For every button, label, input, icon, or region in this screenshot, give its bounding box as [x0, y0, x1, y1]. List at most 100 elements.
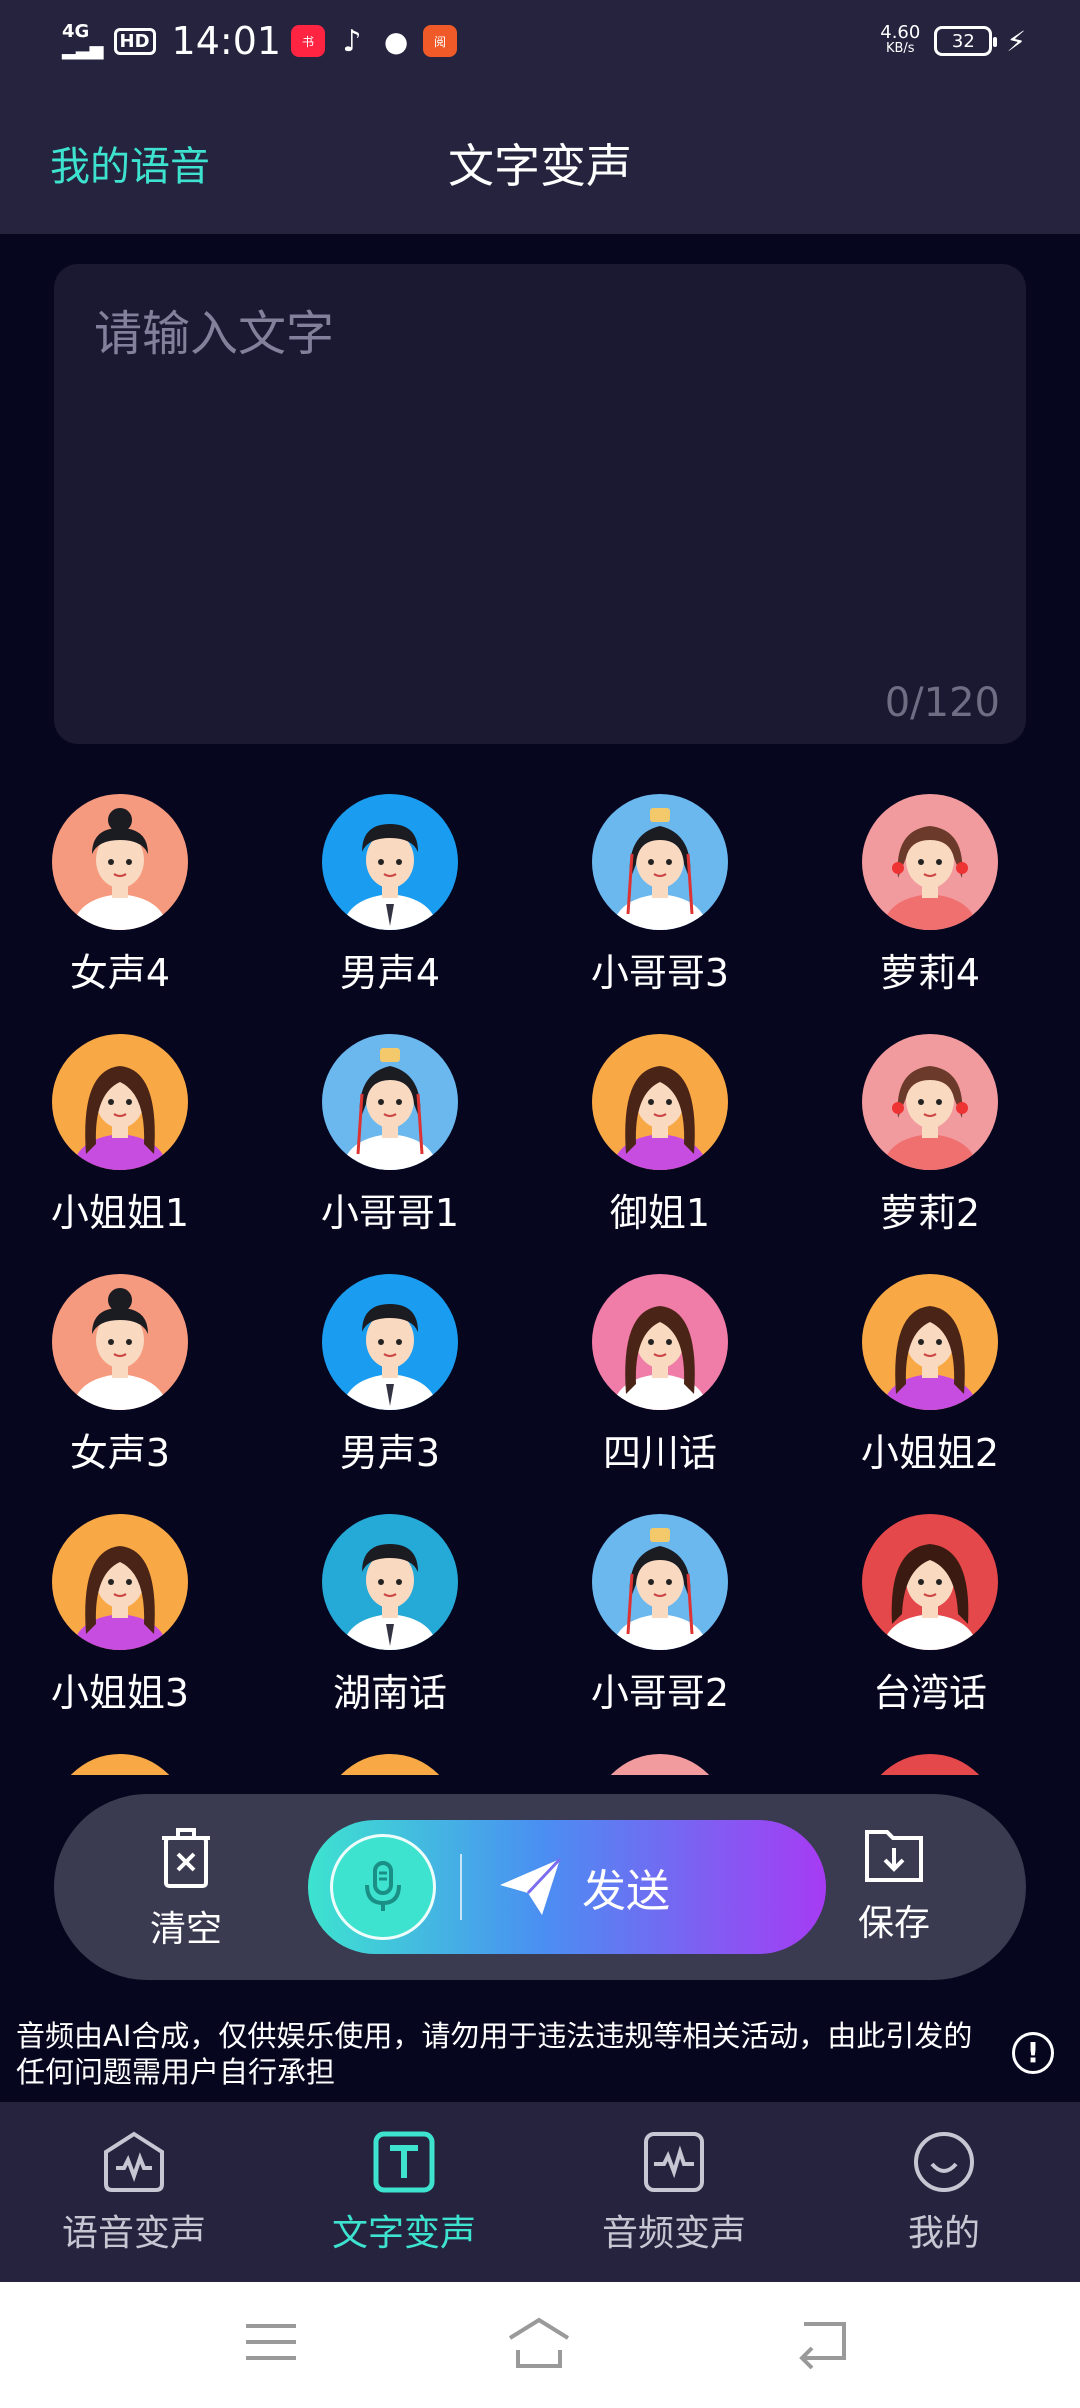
voice-option[interactable]: 小哥哥2: [550, 1514, 770, 1734]
char-counter: 0/120: [884, 680, 1000, 726]
message-icon: ●: [383, 24, 409, 58]
audio-change-icon: [644, 2132, 704, 2192]
send-button[interactable]: 发送: [498, 1820, 670, 1954]
voice-option[interactable]: [280, 1754, 500, 1775]
pill-divider: [460, 1854, 462, 1920]
save-label: 保存: [857, 1903, 930, 1944]
voice-label: 男声4: [339, 951, 441, 995]
nav-label: 文字变声: [331, 2213, 476, 2254]
xiaohongshu-icon: 书: [291, 25, 326, 57]
battery-icon: 32: [934, 26, 998, 56]
save-button[interactable]: 保存: [834, 1824, 954, 1946]
send-label: 发送: [582, 1866, 670, 1917]
yuewen-icon: 阅: [423, 25, 458, 57]
nav-label: 我的: [907, 2213, 980, 2254]
text-input[interactable]: [94, 294, 984, 654]
nav-profile[interactable]: 我的: [844, 2130, 1044, 2256]
voice-avatar: [52, 1754, 188, 1775]
voice-option[interactable]: 女声3: [10, 1274, 230, 1494]
voice-avatar: [322, 1514, 458, 1650]
voice-avatar: [322, 1034, 458, 1170]
menu-icon[interactable]: [236, 2312, 306, 2372]
signal-icon: 4G ▂▃▅: [62, 21, 104, 60]
clear-label: 清空: [149, 1909, 222, 1950]
nav-label: 语音变声: [61, 2213, 206, 2254]
system-nav-bar: [0, 2282, 1080, 2408]
voice-avatar: [52, 1514, 188, 1650]
voice-option[interactable]: 小姐姐3: [10, 1514, 230, 1734]
save-download-icon: [865, 1830, 923, 1882]
voice-avatar: [52, 794, 188, 930]
voice-avatar: [322, 1274, 458, 1410]
voice-avatar: [592, 1754, 728, 1775]
voice-avatar: [592, 794, 728, 930]
voice-option[interactable]: 女声4: [10, 794, 230, 1014]
voice-option[interactable]: 台湾话: [820, 1514, 1040, 1734]
voice-option[interactable]: 小姐姐2: [820, 1274, 1040, 1494]
text-change-icon: [373, 2131, 435, 2193]
profile-icon: [914, 2132, 974, 2192]
voice-avatar: [592, 1514, 728, 1650]
voice-option[interactable]: [820, 1754, 1040, 1775]
paper-plane-icon: [500, 1857, 562, 1915]
clear-button[interactable]: 清空: [126, 1824, 246, 1952]
home-icon[interactable]: [504, 2312, 574, 2372]
nav-text-change[interactable]: 文字变声: [304, 2130, 504, 2256]
nav-label: 音频变声: [601, 2213, 746, 2254]
voice-change-icon: [104, 2131, 164, 2192]
info-icon[interactable]: !: [1012, 2032, 1054, 2074]
disclaimer: 音频由AI合成，仅供娱乐使用，请勿用于违法违规等相关活动，由此引发的任何问题需用…: [0, 1992, 1080, 2102]
voice-label: 女声4: [69, 951, 171, 995]
voice-avatar: [862, 1274, 998, 1410]
bottom-nav: 语音变声 文字变声 音频变声 我的: [0, 2102, 1080, 2282]
voice-option[interactable]: 小哥哥1: [280, 1034, 500, 1254]
voice-option[interactable]: 小姐姐1: [10, 1034, 230, 1254]
charging-icon: ⚡: [1006, 24, 1026, 58]
nav-voice-change[interactable]: 语音变声: [34, 2130, 234, 2256]
voice-option[interactable]: 男声4: [280, 794, 500, 1014]
voice-option[interactable]: 湖南话: [280, 1514, 500, 1734]
clock: 14:01: [171, 19, 282, 63]
page-title: 文字变声: [448, 139, 632, 193]
back-icon[interactable]: [788, 2312, 858, 2372]
voice-label: 小哥哥2: [590, 1671, 730, 1715]
voice-label: 小哥哥3: [590, 951, 730, 995]
trash-icon: [162, 1828, 210, 1888]
voice-option[interactable]: 萝莉2: [820, 1034, 1040, 1254]
microphone-icon: [365, 1861, 401, 1911]
voice-grid: 女声4 男声4 小哥哥3 萝莉4 小姐姐1 小哥哥1 御姐1 萝莉2 女声3 男…: [0, 790, 1080, 1775]
network-speed: 4.60 KB/s: [880, 22, 921, 57]
voice-option[interactable]: [10, 1754, 230, 1775]
voice-avatar: [52, 1034, 188, 1170]
voice-avatar: [862, 1034, 998, 1170]
voice-label: 御姐1: [609, 1191, 711, 1235]
voice-label: 小哥哥1: [320, 1191, 460, 1235]
nav-audio-change[interactable]: 音频变声: [574, 2130, 774, 2256]
voice-label: 女声3: [69, 1431, 171, 1475]
voice-option[interactable]: 小哥哥3: [550, 794, 770, 1014]
status-bar: 4G ▂▃▅ HD 14:01 书 ♪ ● 阅 4.60 KB/s 32 ⚡: [0, 0, 1080, 82]
voice-option[interactable]: 四川话: [550, 1274, 770, 1494]
voice-label: 萝莉2: [879, 1191, 981, 1235]
text-input-panel: 0/120: [54, 264, 1026, 744]
speed-value: 4.60: [880, 22, 921, 43]
action-bar: 清空 发送 保存: [54, 1794, 1026, 1980]
voice-option[interactable]: 男声3: [280, 1274, 500, 1494]
voice-avatar: [52, 1274, 188, 1410]
disclaimer-text: 音频由AI合成，仅供娱乐使用，请勿用于违法违规等相关活动，由此引发的任何问题需用…: [16, 2019, 973, 2089]
mic-button[interactable]: [330, 1834, 436, 1940]
voice-label: 台湾话: [872, 1671, 987, 1715]
speed-unit: KB/s: [885, 41, 915, 56]
voice-avatar: [592, 1274, 728, 1410]
voice-avatar: [862, 1754, 998, 1775]
voice-avatar: [592, 1034, 728, 1170]
voice-label: 四川话: [602, 1431, 717, 1475]
voice-option[interactable]: 御姐1: [550, 1034, 770, 1254]
voice-label: 男声3: [339, 1431, 441, 1475]
tiktok-icon: ♪: [342, 23, 362, 59]
voice-option[interactable]: [550, 1754, 770, 1775]
voice-label: 萝莉4: [879, 951, 981, 995]
voice-label: 湖南话: [332, 1671, 447, 1715]
voice-label: 小姐姐1: [50, 1191, 190, 1235]
voice-option[interactable]: 萝莉4: [820, 794, 1040, 1014]
